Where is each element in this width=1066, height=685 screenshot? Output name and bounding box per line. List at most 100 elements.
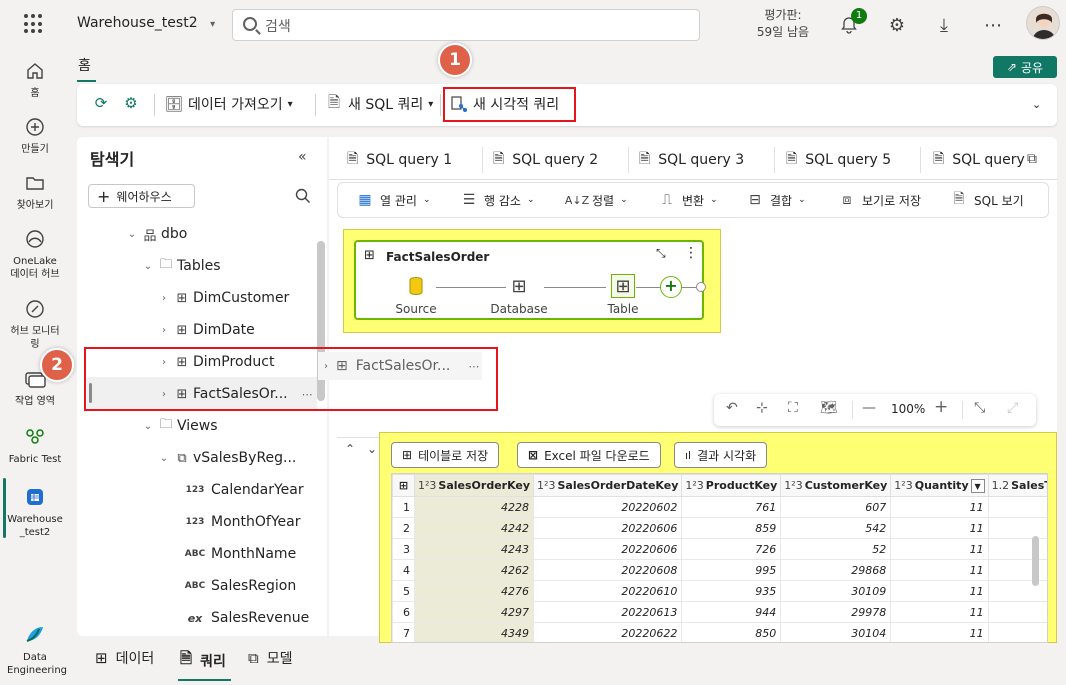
view-sql-button[interactable]: 🗎 SQL 보기 xyxy=(950,191,1023,209)
ribbon-expand-button[interactable]: ⌄ xyxy=(1032,98,1041,111)
table-cell[interactable]: 4262 xyxy=(413,559,535,581)
select-all-cell[interactable]: ⊞ xyxy=(392,474,415,497)
table-row[interactable]: 1 4228 20220602 761 607 11 xyxy=(392,496,1047,518)
tree-item-salesrevenue[interactable]: ex SalesRevenue xyxy=(125,602,313,634)
download-excel-button[interactable]: ⊠ Excel 파일 다운로드 xyxy=(517,442,661,468)
column-header[interactable]: 1²3 Quantity ▼ xyxy=(890,474,989,497)
rail-monitor[interactable]: 허브 모니터링 xyxy=(0,296,70,351)
column-dropdown-icon[interactable]: ▼ xyxy=(970,478,985,493)
tab-sql-query-2[interactable]: 🗎 SQL query 2 xyxy=(493,145,598,175)
row-number-cell[interactable]: 7 xyxy=(392,622,415,642)
row-number-cell[interactable]: 6 xyxy=(392,601,415,623)
table-cell[interactable]: 935 xyxy=(681,580,782,602)
table-cell[interactable]: 30109 xyxy=(780,580,892,602)
table-cell[interactable]: 11 xyxy=(890,496,989,518)
download-button[interactable]: ⤓ xyxy=(928,9,960,41)
grid-scrollbar[interactable] xyxy=(1032,536,1039,586)
card-more-icon[interactable]: ⋮ xyxy=(684,245,698,261)
table-cell[interactable]: 11 xyxy=(890,580,989,602)
chevron-up-icon[interactable]: ⌃ xyxy=(345,442,355,456)
tree-item-monthname[interactable]: ABC MonthName xyxy=(125,538,313,570)
transform-button[interactable]: ⎍ 변환 ⌄ xyxy=(658,191,718,209)
column-header[interactable]: 1²3 SalesOrderDateKey xyxy=(533,474,683,497)
column-header[interactable]: 1²3 SalesOrderKey xyxy=(413,474,535,497)
search-input[interactable]: 검색 xyxy=(232,9,700,41)
table-cell[interactable]: 11 xyxy=(890,622,989,642)
map-icon[interactable]: 🗺 xyxy=(820,400,838,416)
workspace-switcher[interactable]: Warehouse_test2 ▾ xyxy=(77,15,215,31)
rail-browse[interactable]: 찾아보기 xyxy=(0,170,70,212)
rail-warehouse[interactable]: Warehouse_test2 xyxy=(0,484,70,539)
rail-create[interactable]: 만들기 xyxy=(0,114,70,156)
table-cell[interactable]: 11 xyxy=(890,538,989,560)
collapse-panel-button[interactable]: « xyxy=(298,149,307,165)
manage-columns-button[interactable]: ▦ 열 관리 ⌄ xyxy=(356,191,430,209)
explorer-search-button[interactable] xyxy=(295,188,311,208)
row-number-cell[interactable]: 1 xyxy=(392,496,415,518)
row-number-cell[interactable]: 3 xyxy=(392,538,415,560)
tab-query[interactable]: 🗎 쿼리 xyxy=(180,648,226,673)
tree-item-dbo[interactable]: ⌄ 品 dbo xyxy=(125,218,313,250)
table-cell[interactable]: 4349 xyxy=(413,622,535,642)
undo-icon[interactable]: ↶ xyxy=(726,400,738,416)
table-cell[interactable]: 850 xyxy=(681,622,782,642)
tab-sql-query-1[interactable]: 🗎 SQL query 1 xyxy=(347,145,452,175)
fit-icon[interactable]: ⊹ xyxy=(756,400,768,416)
table-cell[interactable]: 4297 xyxy=(413,601,535,623)
save-as-view-button[interactable]: ⧈ 보기로 저장 xyxy=(838,191,921,209)
table-cell[interactable]: 11 xyxy=(890,517,989,539)
table-cell[interactable]: 995 xyxy=(681,559,782,581)
table-cell[interactable]: 4228 xyxy=(413,496,535,518)
zoom-out-icon[interactable]: — xyxy=(862,400,876,416)
table-cell[interactable]: 52 xyxy=(780,538,892,560)
visualize-results-button[interactable]: ıl 결과 시각화 xyxy=(674,442,768,468)
table-cell[interactable]: 20220610 xyxy=(533,580,683,602)
column-header[interactable]: 1²3 CustomerKey xyxy=(780,474,892,497)
reduce-rows-button[interactable]: ☰ 행 감소 ⌄ xyxy=(460,191,535,209)
tab-list-button[interactable]: ⧉ xyxy=(1027,151,1037,167)
table-cell[interactable]: 20220606 xyxy=(533,517,683,539)
add-warehouse-button[interactable]: + 웨어하우스 xyxy=(88,184,195,208)
table-cell[interactable]: 607 xyxy=(780,496,892,518)
tree-item-salesregion[interactable]: ABC SalesRegion xyxy=(125,570,313,602)
table-cell[interactable]: 542 xyxy=(780,517,892,539)
tab-home[interactable]: 홈 xyxy=(78,55,91,75)
table-cell[interactable]: 30104 xyxy=(780,622,892,642)
tree-item-vsalesbyregion[interactable]: ⌄ ⧉ vSalesByReg... xyxy=(125,442,313,474)
tree-item-calendaryear[interactable]: 123 CalendarYear xyxy=(125,474,313,506)
table-row[interactable]: 2 4242 20220606 859 542 11 xyxy=(392,517,1047,539)
tree-item-dimdate[interactable]: › ⊞ DimDate xyxy=(125,314,313,346)
table-cell[interactable]: 4243 xyxy=(413,538,535,560)
column-header[interactable]: 1.2SalesTo xyxy=(987,474,1047,497)
row-number-cell[interactable]: 5 xyxy=(392,580,415,602)
rail-data-engineering[interactable]: Data Engineering xyxy=(0,622,70,677)
row-number-cell[interactable]: 2 xyxy=(392,517,415,539)
row-number-cell[interactable]: 4 xyxy=(392,559,415,581)
table-cell[interactable]: 859 xyxy=(681,517,782,539)
step-table[interactable]: ⊞ Table xyxy=(593,274,653,316)
tab-data[interactable]: ⊞ 데이터 xyxy=(95,648,154,668)
table-cell[interactable]: 4276 xyxy=(413,580,535,602)
table-cell[interactable]: 944 xyxy=(681,601,782,623)
table-row[interactable]: 4 4262 20220608 995 29868 11 xyxy=(392,559,1047,581)
get-data-button[interactable]: 🗄 데이터 가져오기 ▾ xyxy=(164,94,292,114)
table-cell[interactable]: 761 xyxy=(681,496,782,518)
table-cell[interactable]: 20220608 xyxy=(533,559,683,581)
table-cell[interactable]: 29868 xyxy=(780,559,892,581)
settings-button[interactable]: ⚙ xyxy=(881,9,913,41)
tab-sql-query-overflow[interactable]: 🗎 SQL query xyxy=(933,145,1028,175)
tab-sql-query-5[interactable]: 🗎 SQL query 5 xyxy=(786,145,891,175)
refresh-button[interactable]: ⟳ xyxy=(92,94,110,112)
avatar[interactable] xyxy=(1026,6,1060,40)
zoom-in-icon[interactable]: + xyxy=(934,397,948,417)
table-row[interactable]: 6 4297 20220613 944 29978 11 xyxy=(392,601,1047,623)
output-port[interactable] xyxy=(696,282,706,292)
notifications-button[interactable]: 1 xyxy=(833,8,867,41)
table-cell[interactable]: 20220613 xyxy=(533,601,683,623)
tree-item-monthofyear[interactable]: 123 MonthOfYear xyxy=(125,506,313,538)
rail-fabric-test[interactable]: Fabric Test xyxy=(0,424,70,466)
table-cell[interactable]: 11 xyxy=(890,601,989,623)
settings-ribbon-button[interactable]: ⚙ xyxy=(122,94,140,112)
tree-item-tables[interactable]: ⌄ 🗀 Tables xyxy=(125,250,313,282)
step-source[interactable]: Source xyxy=(386,274,446,316)
